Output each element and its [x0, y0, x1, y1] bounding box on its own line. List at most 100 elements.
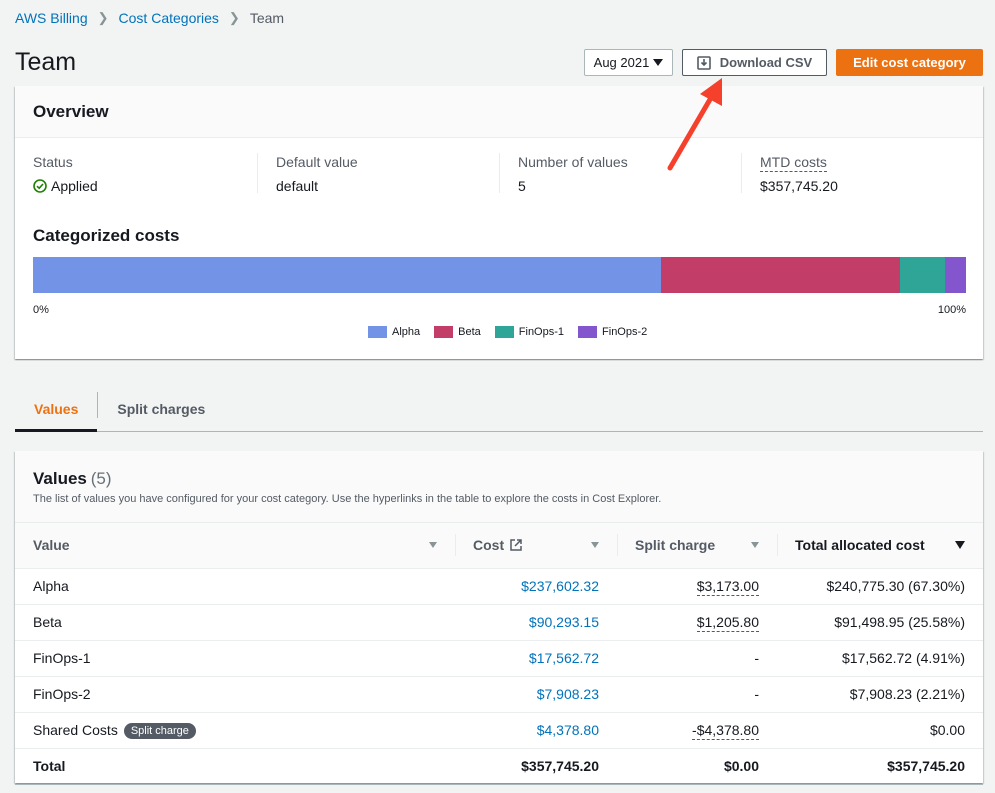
split-charge-badge: Split charge [123, 722, 196, 739]
download-csv-label: Download CSV [719, 55, 813, 70]
mtd-costs-label[interactable]: MTD costs [760, 154, 827, 172]
total-cell-split: $0.00 [617, 748, 777, 785]
column-header-value[interactable]: Value [15, 523, 455, 569]
column-header-cost[interactable]: Cost [455, 523, 617, 569]
cost-link[interactable]: $237,602.32 [521, 578, 599, 594]
edit-cost-category-label: Edit cost category [853, 55, 966, 70]
edit-cost-category-button[interactable]: Edit cost category [836, 49, 983, 76]
cell-value: Shared Costs Split charge [15, 712, 455, 749]
tab-split-charges[interactable]: Split charges [98, 386, 224, 431]
bar-segment-finops-1[interactable] [899, 257, 946, 293]
cost-link[interactable]: $7,908.23 [537, 686, 599, 702]
table-row: FinOps-2 $7,908.23 - $7,908.23 (2.21%) [15, 676, 983, 713]
tab-values[interactable]: Values [15, 386, 98, 432]
cell-split-charge: $3,173.00 [617, 568, 777, 605]
total-cell-total: $357,745.20 [777, 748, 983, 785]
legend-label: Beta [458, 326, 481, 338]
column-header-split-charge[interactable]: Split charge [617, 523, 777, 569]
check-circle-icon [33, 179, 47, 193]
cell-total-allocated-cost: $17,562.72 (4.91%) [777, 640, 983, 677]
mtd-costs-field: MTD costs $357,745.20 [760, 154, 838, 194]
table-total-row: Total $357,745.20 $0.00 $357,745.20 [15, 748, 983, 785]
default-value-label: Default value [276, 154, 358, 170]
values-table-body: Alpha $237,602.32 $3,173.00 $240,775.30 (67… [15, 568, 983, 785]
legend-item[interactable]: Beta [434, 326, 481, 338]
values-header: Values (5) The list of values you have c… [15, 451, 983, 523]
tabs: Values Split charges [15, 386, 983, 432]
breadcrumb-cost-categories[interactable]: Cost Categories [119, 10, 219, 26]
bar-segment-alpha[interactable] [33, 257, 661, 293]
default-value-text: default [276, 178, 319, 194]
cell-value: Beta [15, 604, 455, 641]
number-of-values-field: Number of values 5 [518, 154, 628, 194]
legend-label: FinOps-1 [518, 326, 565, 338]
overview-header: Overview [15, 86, 983, 138]
cell-cost: $7,908.23 [455, 676, 617, 713]
value-name: Shared Costs [33, 721, 118, 738]
table-row: Shared Costs Split charge $4,378.80 -$4,378… [15, 712, 983, 749]
breadcrumb: AWS Billing ❯ Cost Categories ❯ Team [15, 10, 284, 26]
bar-segment-beta[interactable] [660, 257, 900, 293]
axis-start-label: 0% [33, 304, 49, 316]
cost-link[interactable]: $4,378.80 [537, 722, 599, 738]
mtd-costs-value: $357,745.20 [760, 178, 838, 194]
cell-split-charge: -$4,378.80 [617, 712, 777, 749]
status-value: Applied [33, 178, 98, 194]
value-name: Alpha [33, 578, 69, 594]
legend-swatch [368, 326, 387, 338]
cell-cost: $4,378.80 [455, 712, 617, 749]
status-label: Status [33, 154, 73, 170]
cell-value: Alpha [15, 568, 455, 605]
sort-icon[interactable] [751, 542, 759, 549]
cost-link[interactable]: $90,293.15 [529, 614, 599, 630]
value-name: FinOps-1 [33, 650, 91, 666]
table-header-row: Value Cost Split charge Total allocated … [15, 523, 983, 569]
annotation-arrow-icon [667, 78, 722, 171]
split-charge-value[interactable]: $1,205.80 [696, 614, 759, 632]
status-text: Applied [51, 178, 98, 194]
legend-item[interactable]: Alpha [368, 326, 420, 338]
page-title: Team [15, 48, 77, 76]
split-charge-value[interactable]: $3,173.00 [696, 578, 759, 596]
caret-down-icon [653, 59, 664, 66]
categorized-costs-title: Categorized costs [33, 226, 180, 245]
external-link-icon[interactable] [510, 539, 522, 551]
legend-item[interactable]: FinOps-1 [494, 326, 565, 338]
values-table: Value Cost Split charge Total allocated … [15, 523, 983, 785]
sort-descending-icon[interactable] [955, 541, 965, 550]
legend-swatch [434, 326, 454, 338]
cell-split-charge: - [617, 640, 777, 677]
date-label: Aug 2021 [593, 55, 650, 70]
cell-cost: $17,562.72 [455, 640, 617, 677]
column-header-total-allocated-cost[interactable]: Total allocated cost [777, 523, 983, 569]
split-charge-value[interactable]: -$4,378.80 [692, 722, 759, 740]
values-count: (5) [90, 469, 112, 488]
cell-value: FinOps-1 [15, 640, 455, 677]
cost-link[interactable]: $17,562.72 [529, 650, 599, 666]
cell-total-allocated-cost: $7,908.23 (2.21%) [777, 676, 983, 713]
cell-cost: $237,602.32 [455, 568, 617, 605]
chevron-right-icon: ❯ [228, 10, 240, 25]
legend-swatch [494, 326, 514, 338]
cell-value: FinOps-2 [15, 676, 455, 713]
table-row: FinOps-1 $17,562.72 - $17,562.72 (4.91%) [15, 640, 983, 677]
overview-title: Overview [33, 101, 109, 121]
chevron-right-icon: ❯ [97, 10, 109, 25]
categorized-costs-legend: Alpha Beta FinOps-1 FinOps-2 [368, 326, 647, 338]
breadcrumb-aws-billing[interactable]: AWS Billing [15, 10, 88, 26]
breadcrumb-current: Team [249, 10, 285, 26]
total-cell-value: Total [15, 748, 455, 785]
cell-total-allocated-cost: $0.00 [777, 712, 983, 749]
sort-icon[interactable] [591, 542, 599, 549]
value-name: FinOps-2 [33, 686, 91, 702]
sort-icon[interactable] [429, 542, 437, 549]
legend-item[interactable]: FinOps-2 [578, 326, 647, 338]
legend-label: FinOps-2 [602, 326, 648, 338]
overview-card: Overview Status Applied Default value de… [15, 86, 983, 359]
number-of-values-label: Number of values [518, 154, 628, 170]
categorized-costs-bar [33, 257, 966, 293]
number-of-values-text: 5 [518, 178, 526, 194]
value-name: Beta [33, 614, 62, 630]
bar-segment-finops-2[interactable] [945, 257, 966, 293]
legend-label: Alpha [392, 326, 421, 338]
